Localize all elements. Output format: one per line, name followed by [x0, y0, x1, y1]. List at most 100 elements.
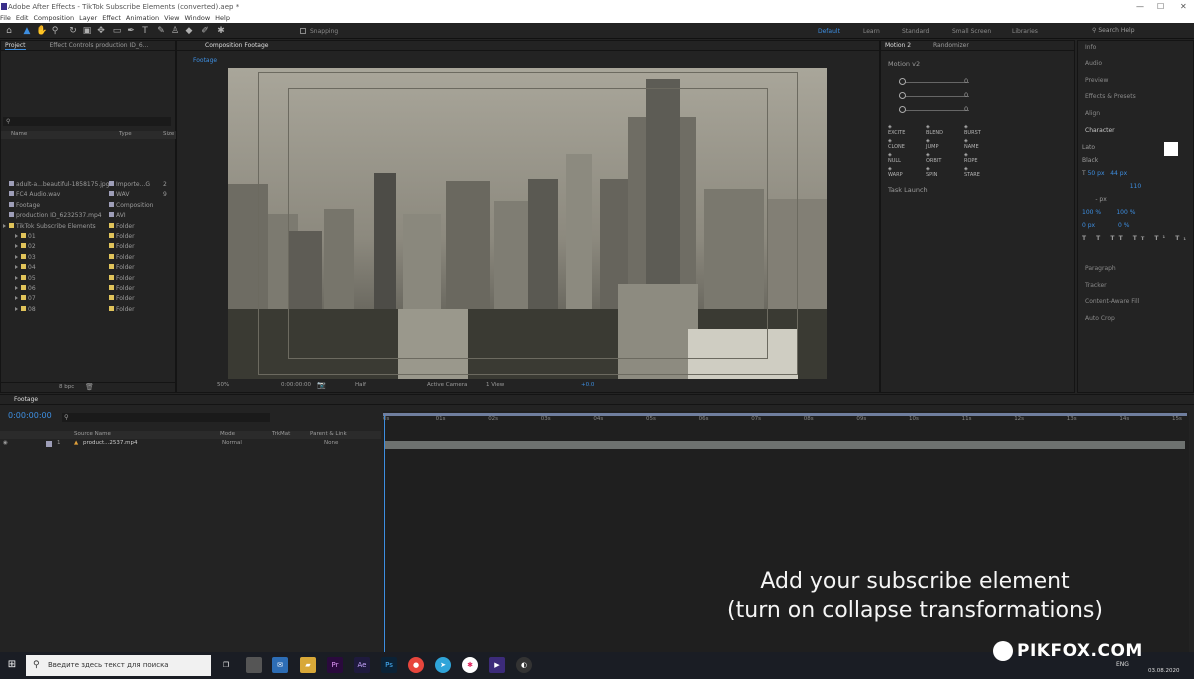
label-color-chip[interactable]: [109, 222, 114, 228]
ruler-tick-label[interactable]: 08s: [804, 416, 814, 424]
ruler-tick-label[interactable]: 04s: [593, 416, 603, 424]
taskbar-search-input[interactable]: ⚲ Введите здесь текст для поиска: [26, 655, 211, 676]
ruler-tick-label[interactable]: 01s: [436, 416, 446, 424]
media-encoder-icon[interactable]: ▶: [489, 657, 505, 673]
menu-edit[interactable]: Edit: [16, 14, 29, 22]
expand-arrow-icon[interactable]: [15, 275, 18, 280]
project-item[interactable]: 08 Folder: [1, 305, 177, 315]
motion-button-orbit[interactable]: ◈ ORBIT: [926, 152, 941, 164]
layer-duration-bar[interactable]: [385, 441, 1185, 449]
ruler-tick-label[interactable]: 14s: [1119, 416, 1129, 424]
label-color-chip[interactable]: [109, 233, 114, 238]
label-color-chip[interactable]: [109, 305, 114, 311]
menu-composition[interactable]: Composition: [33, 14, 74, 22]
photoshop-icon[interactable]: Ps: [381, 657, 397, 673]
selection-tool-icon[interactable]: ▲: [22, 26, 32, 36]
search-help-field[interactable]: ⚲ Search Help: [1092, 27, 1182, 36]
layer-name[interactable]: product...2537.mp4: [83, 440, 138, 446]
project-item[interactable]: Footage Composition: [1, 201, 177, 211]
eraser-tool-icon[interactable]: ◆: [184, 26, 194, 36]
col-type[interactable]: Type: [119, 131, 132, 137]
snapping-checkbox[interactable]: [300, 28, 306, 34]
tab-randomizer[interactable]: Randomizer: [933, 42, 969, 49]
slider-knob[interactable]: [899, 106, 906, 113]
motion-button-jump[interactable]: ◈ JUMP: [926, 138, 938, 150]
panel-auto-crop[interactable]: Auto Crop: [1085, 315, 1115, 322]
baseline-shift-value[interactable]: 0 px: [1082, 222, 1095, 229]
slider-knob[interactable]: [899, 92, 906, 99]
col-parent[interactable]: Parent & Link: [310, 431, 347, 437]
roto-brush-icon[interactable]: ✐: [200, 26, 210, 36]
horizontal-scale-value[interactable]: 100 %: [1116, 209, 1135, 216]
text-style-buttons[interactable]: T T TT Tт T¹ T₁: [1082, 232, 1192, 245]
project-item[interactable]: 05 Folder: [1, 274, 177, 284]
exposure-value[interactable]: +0.0: [581, 382, 594, 388]
panel-tracker[interactable]: Tracker: [1085, 282, 1107, 289]
project-item[interactable]: adult-a...beautiful-1858175.jpg Importe..…: [1, 180, 177, 190]
fill-color-swatch[interactable]: [1164, 142, 1178, 156]
slider-knob[interactable]: [899, 78, 906, 85]
font-size-value[interactable]: 50 px: [1088, 170, 1105, 177]
type-tool-icon[interactable]: T: [140, 26, 150, 36]
leading-value[interactable]: 44 px: [1110, 170, 1127, 177]
col-trkmat[interactable]: TrkMat: [272, 431, 290, 437]
camera-tool-icon[interactable]: ▣: [82, 26, 92, 36]
panel-paragraph[interactable]: Paragraph: [1085, 265, 1116, 272]
menu-help[interactable]: Help: [215, 14, 230, 22]
col-mode[interactable]: Mode: [220, 431, 235, 437]
task-launch-select[interactable]: Task Launch: [888, 186, 928, 194]
motion-slider[interactable]: [889, 106, 987, 114]
menu-layer[interactable]: Layer: [79, 14, 97, 22]
panel-align[interactable]: Align: [1085, 110, 1100, 117]
motion-button-clone[interactable]: ◈ CLONE: [888, 138, 905, 150]
ruler-tick-label[interactable]: 06s: [699, 416, 709, 424]
tab-effect-controls[interactable]: Effect Controls production ID_6…: [49, 42, 148, 49]
close-icon[interactable]: ✕: [1180, 2, 1187, 11]
motion-slider[interactable]: [889, 78, 987, 86]
label-color-chip[interactable]: [109, 212, 114, 218]
zoom-select[interactable]: 50%: [217, 382, 229, 388]
app-icon-1[interactable]: [246, 657, 262, 673]
motion-button-warp[interactable]: ◈ WARP: [888, 166, 903, 178]
brush-tool-icon[interactable]: ✎: [156, 26, 166, 36]
timeline-timecode[interactable]: 0:00:00:00: [8, 411, 52, 420]
stroke-width-value[interactable]: - px: [1095, 196, 1106, 203]
bpc-label[interactable]: 8 bpc: [59, 384, 74, 390]
timecode-display[interactable]: 0:00:00:00: [281, 382, 311, 388]
menu-file[interactable]: File: [0, 14, 11, 22]
ruler-tick-label[interactable]: 10s: [909, 416, 919, 424]
label-color-chip[interactable]: [109, 274, 114, 280]
views-select[interactable]: 1 View: [486, 382, 504, 388]
motion-slider[interactable]: [889, 92, 987, 100]
rotate-tool-icon[interactable]: ↻: [68, 26, 78, 36]
camera-select[interactable]: Active Camera: [427, 382, 467, 388]
project-item[interactable]: TikTok Subscribe Elements Folder: [1, 222, 177, 232]
menu-view[interactable]: View: [164, 14, 179, 22]
menu-animation[interactable]: Animation: [126, 14, 159, 22]
resolution-select[interactable]: Half: [355, 382, 366, 388]
slider-value[interactable]: 0: [964, 91, 968, 99]
tab-motion[interactable]: Motion 2: [885, 42, 911, 49]
motion-button-spin[interactable]: ◈ SPIN: [926, 166, 937, 178]
ruler-tick-label[interactable]: 13s: [1067, 416, 1077, 424]
project-item[interactable]: 04 Folder: [1, 263, 177, 273]
ruler-tick-label[interactable]: 0s: [383, 416, 389, 424]
telegram-icon[interactable]: ➤: [435, 657, 451, 673]
panel-content-aware-fill[interactable]: Content-Aware Fill: [1085, 298, 1139, 305]
mail-icon[interactable]: ✉: [272, 657, 288, 673]
workspace-learn[interactable]: Learn: [863, 28, 880, 35]
after-effects-taskbar-icon[interactable]: Ae: [354, 657, 370, 673]
tab-footage-timeline[interactable]: Footage: [14, 396, 38, 403]
obs-icon[interactable]: ◐: [516, 657, 532, 673]
project-search-input[interactable]: ⚲: [3, 117, 171, 126]
label-color-chip[interactable]: [109, 201, 114, 207]
project-item[interactable]: 06 Folder: [1, 284, 177, 294]
mask-tool-icon[interactable]: ▭: [112, 26, 122, 36]
layer-mode-select[interactable]: Normal: [222, 440, 242, 446]
label-color-chip[interactable]: [109, 181, 114, 186]
panel-info[interactable]: Info: [1085, 44, 1096, 51]
panel-effects-presets[interactable]: Effects & Presets: [1085, 93, 1136, 100]
workspace-libraries[interactable]: Libraries: [1012, 28, 1038, 35]
zoom-tool-icon[interactable]: ⚲: [50, 26, 60, 36]
panel-preview[interactable]: Preview: [1085, 77, 1108, 84]
